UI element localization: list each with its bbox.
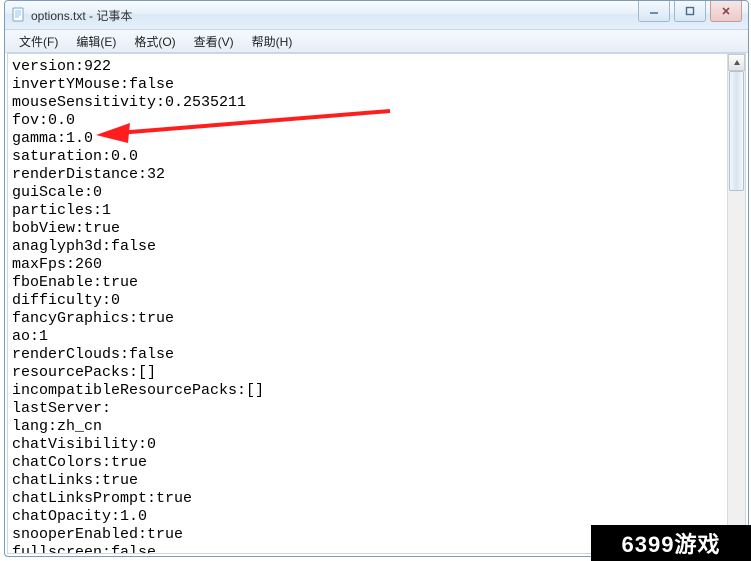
watermark-badge: 6399游戏 [591,525,751,561]
scroll-up-button[interactable] [728,54,745,71]
title-bar[interactable]: options.txt - 记事本 [5,1,748,30]
menu-help[interactable]: 帮助(H) [244,31,301,52]
window-controls [638,1,748,29]
content-area: version:922 invertYMouse:false mouseSens… [7,53,746,554]
menu-view[interactable]: 查看(V) [186,31,242,52]
maximize-button[interactable] [674,1,706,22]
menu-edit[interactable]: 编辑(E) [68,31,124,52]
menu-format[interactable]: 格式(O) [126,31,183,52]
scroll-thumb[interactable] [729,71,744,191]
close-button[interactable] [710,1,742,22]
notepad-icon [11,7,27,23]
minimize-button[interactable] [638,1,670,22]
menu-file[interactable]: 文件(F) [11,31,66,52]
menu-bar: 文件(F) 编辑(E) 格式(O) 查看(V) 帮助(H) [5,30,748,53]
text-editor[interactable]: version:922 invertYMouse:false mouseSens… [8,54,727,553]
vertical-scrollbar[interactable] [727,54,745,553]
window-title: options.txt - 记事本 [31,7,638,24]
window-frame: options.txt - 记事本 文件(F) 编辑(E) 格式(O) 查看(V… [4,0,749,557]
